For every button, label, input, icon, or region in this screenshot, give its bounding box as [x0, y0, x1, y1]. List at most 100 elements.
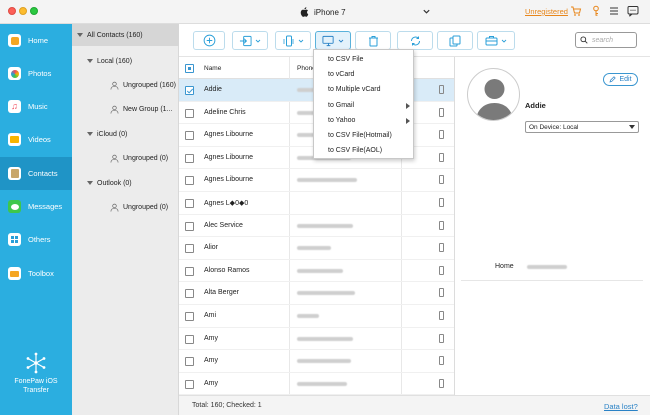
table-row[interactable]: Alec Service — [179, 215, 454, 238]
table-row[interactable]: Amy — [179, 373, 454, 396]
phone-cell-redacted — [297, 314, 319, 318]
table-row[interactable]: Alior — [179, 237, 454, 260]
subgroup-icloud-ungrouped[interactable]: Ungrouped (0) — [110, 152, 168, 164]
subgroup-local-ungrouped[interactable]: Ungrouped (160) — [110, 79, 176, 91]
column-header-name[interactable]: Name — [204, 65, 221, 72]
row-checkbox[interactable] — [185, 153, 194, 163]
sidebar-item-music[interactable]: ♫ Music — [0, 90, 72, 123]
expand-arrow-icon[interactable] — [77, 33, 83, 37]
row-checkbox[interactable] — [185, 176, 194, 186]
menu-item-export[interactable]: to vCard — [314, 67, 413, 82]
contact-name-cell: Agnes Libourne — [204, 176, 254, 184]
sidebar-item-videos[interactable]: Videos — [0, 123, 72, 156]
expand-arrow-icon[interactable] — [87, 59, 93, 63]
search-input[interactable]: search — [575, 32, 637, 48]
group-icloud[interactable]: iCloud (0) — [87, 128, 127, 140]
sidebar-item-toolbox[interactable]: Toolbox — [0, 257, 72, 290]
sidebar-item-home[interactable]: Home — [0, 24, 72, 57]
toolbox-icon — [8, 267, 21, 280]
refresh-button[interactable] — [397, 31, 433, 50]
contact-name-cell: Agnes Libourne — [204, 131, 254, 139]
expand-arrow-icon[interactable] — [87, 132, 93, 136]
phone-cell-redacted — [297, 381, 347, 386]
menu-icon[interactable] — [608, 5, 620, 17]
row-checkbox[interactable] — [185, 244, 194, 254]
row-checkbox[interactable] — [185, 131, 194, 141]
device-phone-icon — [439, 356, 444, 366]
zoom-window-button[interactable] — [30, 7, 38, 15]
subgroup-local-new-group[interactable]: New Group (1... — [110, 103, 172, 115]
key-icon[interactable] — [590, 5, 602, 17]
table-row[interactable]: Amy — [179, 350, 454, 373]
row-checkbox[interactable] — [185, 266, 194, 276]
device-phone-icon — [439, 107, 444, 117]
row-checkbox[interactable] — [185, 199, 194, 208]
row-checkbox[interactable] — [185, 221, 194, 231]
row-checkbox[interactable] — [185, 289, 194, 299]
minimize-window-button[interactable] — [19, 7, 27, 15]
deduplicate-button[interactable] — [437, 31, 473, 50]
brand-line-1: FonePaw iOS — [14, 378, 58, 385]
location-select[interactable]: On Device: Local — [525, 121, 639, 133]
menu-item-export[interactable]: to Gmail — [314, 98, 413, 113]
feedback-icon[interactable] — [627, 5, 639, 17]
row-checkbox[interactable] — [185, 312, 194, 321]
table-row[interactable]: Alta Berger — [179, 282, 454, 305]
menu-item-label: to Multiple vCard — [328, 86, 381, 94]
row-checkbox[interactable] — [185, 108, 194, 118]
row-checkbox[interactable] — [185, 334, 194, 344]
location-select-value: On Device: Local — [529, 123, 579, 131]
edit-label: Edit — [619, 76, 632, 83]
toolbox-button[interactable] — [477, 31, 515, 50]
row-checkbox[interactable] — [185, 379, 194, 389]
cart-icon[interactable] — [570, 5, 582, 17]
close-window-button[interactable] — [8, 7, 16, 15]
data-lost-link[interactable]: Data lost? — [604, 402, 638, 411]
row-checkbox[interactable] — [185, 357, 194, 367]
menu-item-export[interactable]: to CSV File(Hotmail) — [314, 128, 413, 143]
chevron-down-icon[interactable] — [422, 7, 431, 16]
table-row[interactable]: Amy — [179, 328, 454, 351]
import-button[interactable] — [232, 31, 268, 50]
sidebar-item-photos[interactable]: Photos — [0, 57, 72, 90]
device-phone-icon — [439, 198, 444, 207]
row-checkbox[interactable] — [185, 86, 194, 95]
all-contacts-label: All Contacts (160) — [87, 31, 143, 39]
menu-item-export[interactable]: to Multiple vCard — [314, 82, 413, 97]
contact-groups-tree: All Contacts (160) Local (160) Ungrouped… — [72, 24, 179, 415]
group-outlook[interactable]: Outlook (0) — [87, 177, 132, 189]
export-to-device-button[interactable] — [275, 31, 311, 50]
table-row[interactable]: Alonso Ramos — [179, 260, 454, 283]
import-icon — [239, 35, 252, 46]
select-all-checkbox[interactable] — [185, 64, 194, 73]
sidebar-item-others[interactable]: Others — [0, 223, 72, 256]
table-row[interactable]: Agnes L◆0◆0 — [179, 192, 454, 215]
expand-arrow-icon[interactable] — [87, 181, 93, 185]
export-to-pc-button[interactable] — [315, 31, 351, 50]
phone-cell-redacted — [297, 223, 353, 228]
table-row[interactable]: Agnes Libourne — [179, 169, 454, 192]
contact-name: Addie — [525, 101, 546, 110]
sidebar-item-contacts[interactable]: Contacts — [0, 157, 72, 190]
table-row[interactable]: Ami — [179, 305, 454, 328]
device-name: iPhone 7 — [314, 7, 346, 17]
subgroup-outlook-ungrouped[interactable]: Ungrouped (0) — [110, 201, 168, 213]
menu-item-export[interactable]: to CSV File — [314, 52, 413, 67]
edit-button[interactable]: Edit — [603, 73, 638, 86]
group-local[interactable]: Local (160) — [87, 55, 132, 67]
phone-cell-redacted — [297, 178, 357, 183]
messages-icon — [8, 200, 21, 213]
contact-name-cell: Amy — [204, 357, 218, 365]
device-selector[interactable]: iPhone 7 — [300, 5, 346, 19]
device-phone-icon — [439, 243, 444, 253]
delete-button[interactable] — [355, 31, 391, 50]
sidebar-item-messages[interactable]: Messages — [0, 190, 72, 223]
add-contact-button[interactable] — [193, 31, 225, 50]
menu-item-export[interactable]: to Yahoo — [314, 113, 413, 128]
brand-line-2: Transfer — [23, 387, 49, 394]
menu-item-label: to CSV File — [328, 56, 364, 63]
menu-item-export[interactable]: to CSV File(AOL) — [314, 143, 413, 158]
menu-item-label: to vCard — [328, 71, 355, 79]
all-contacts-item[interactable]: All Contacts (160) — [72, 24, 179, 46]
unregistered-link[interactable]: Unregistered — [525, 7, 568, 16]
